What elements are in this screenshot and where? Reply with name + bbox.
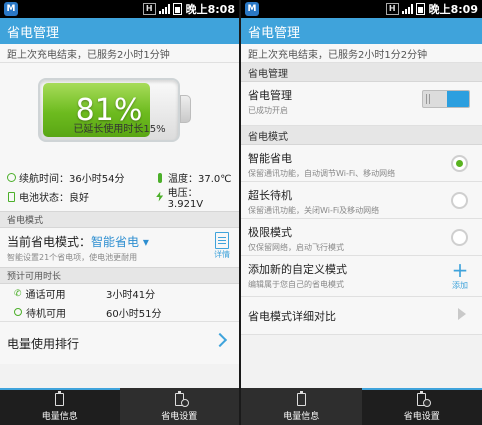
call-time-label: 通话可用	[25, 290, 66, 301]
mode-long-standby-desc: 保留通讯功能，关闭Wi-Fi及移动网络	[248, 206, 380, 215]
extended-usage-text: 已延长使用时长15%	[73, 124, 166, 135]
battery-settings-tab-icon	[174, 391, 189, 407]
toggle-on-indicator	[447, 91, 469, 107]
phone-icon: ✆	[14, 288, 22, 299]
battery-visual: 81%	[0, 63, 239, 164]
battery-tab-icon	[55, 391, 65, 406]
app-logo-icon: M	[245, 2, 259, 16]
mode-smart-desc: 保留通讯功能，自动调节Wi-Fi、移动网络	[248, 169, 396, 178]
mode-long-standby-radio[interactable]	[451, 192, 468, 209]
chevron-down-icon[interactable]: ▾	[139, 235, 149, 249]
since-charge-text: 距上次充电结束，已服务2小时1分钟	[0, 44, 239, 63]
call-time-value: 3小时41分	[106, 290, 156, 301]
mode-smart-radio[interactable]	[451, 155, 468, 172]
network-type-icon: H	[142, 3, 156, 15]
runtime-stat: 续航时间：36小时54分	[19, 174, 125, 185]
current-mode-row[interactable]: 当前省电模式：智能省电 ▾ 智能设置21个省电项，使电池更耐用 详情	[0, 228, 239, 267]
standby-time-label: 待机可用	[26, 308, 66, 320]
status-time: 晚上8:08	[185, 3, 235, 16]
battery-tip	[180, 95, 191, 123]
battery-status-icon	[7, 191, 15, 202]
tab-active-indicator	[361, 388, 482, 390]
bottom-tab-bar: 电量信息 省电设置	[0, 388, 239, 425]
standby-time-value: 60小时51分	[106, 308, 162, 320]
mode-item-smart[interactable]: 智能省电 保留通讯功能，自动调节Wi-Fi、移动网络	[241, 145, 482, 182]
tab-power-settings-label: 省电设置	[403, 412, 440, 422]
status-bar: M H 晚上8:09	[241, 0, 482, 18]
play-arrow-icon	[458, 308, 466, 320]
mode-extreme-title: 极限模式	[248, 226, 292, 239]
mode-long-standby-title: 超长待机	[248, 189, 292, 202]
mode-smart-title: 智能省电	[248, 152, 292, 165]
battery-status-stat: 电池状态：良好	[19, 193, 89, 204]
current-mode-label: 当前省电模式：	[7, 235, 92, 249]
network-type-icon: H	[385, 3, 399, 15]
tab-battery-info[interactable]: 电量信息	[0, 388, 120, 425]
chevron-right-icon	[212, 332, 228, 348]
mode-extreme-radio[interactable]	[451, 229, 468, 246]
usage-ranking-row[interactable]: 电量使用排行	[0, 321, 239, 364]
tab-active-indicator	[0, 388, 120, 390]
tab-power-settings[interactable]: 省电设置	[361, 388, 482, 425]
mode-compare-label: 省电模式详细对比	[248, 310, 336, 323]
current-mode-value[interactable]: 智能省电	[91, 235, 139, 249]
power-mgmt-toggle[interactable]	[422, 90, 470, 108]
tab-power-settings-label: 省电设置	[161, 412, 198, 422]
add-custom-mode-row[interactable]: 添加新的自定义模式 编辑属于您自己的省电模式 + 添加	[241, 256, 482, 297]
standby-icon	[14, 308, 22, 316]
details-label: 详情	[214, 250, 230, 259]
add-button[interactable]: + 添加	[447, 260, 473, 291]
clock-icon	[6, 173, 16, 182]
mode-item-extreme[interactable]: 极限模式 仅保留网络，启动飞行模式	[241, 219, 482, 256]
estimate-section-header: 预计可用时长	[0, 267, 239, 284]
thermometer-icon	[158, 172, 162, 183]
signal-icon	[158, 4, 170, 14]
tab-battery-info-label: 电量信息	[41, 412, 78, 422]
status-battery-icon	[415, 3, 425, 15]
status-battery-icon	[172, 3, 182, 15]
voltage-stat: 电压：3.921V	[167, 187, 204, 210]
status-time: 晚上8:09	[428, 3, 478, 16]
details-button[interactable]: 详情	[212, 232, 232, 260]
power-mgmt-section-header: 省电管理	[241, 63, 482, 82]
power-mgmt-row[interactable]: 省电管理 已成功开启	[241, 82, 482, 126]
current-mode-desc: 智能设置21个省电项，使电池更耐用	[7, 253, 138, 262]
document-icon	[215, 232, 229, 249]
bottom-tab-bar: 电量信息 省电设置	[241, 388, 482, 425]
mode-section-header: 省电模式	[0, 211, 239, 228]
battery-settings-tab-icon	[417, 391, 432, 407]
status-bar: M H 晚上8:08	[0, 0, 239, 18]
power-settings-screen: M H 晚上8:09 省电管理 距上次充电结束，已服务2小时1分2分钟 省电管理…	[241, 0, 482, 425]
battery-tab-icon	[296, 391, 306, 406]
battery-info-screen: M H 晚上8:08 省电管理 距上次充电结束，已服务2小时1分钟 81% 已延…	[0, 0, 239, 425]
add-custom-mode-title: 添加新的自定义模式	[248, 263, 347, 276]
toggle-grip-icon	[426, 94, 430, 104]
tab-battery-info-label: 电量信息	[283, 412, 320, 422]
call-time-row: ✆ 通话可用 3小时41分	[0, 284, 239, 303]
standby-time-row: 待机可用 60小时51分	[0, 303, 239, 321]
since-charge-text: 距上次充电结束，已服务2小时1分2分钟	[241, 44, 482, 63]
plus-icon: +	[451, 258, 469, 282]
add-custom-mode-desc: 编辑属于您自己的省电模式	[248, 280, 344, 289]
app-logo-icon: M	[4, 2, 18, 16]
mode-compare-row[interactable]: 省电模式详细对比	[241, 297, 482, 335]
signal-icon	[401, 4, 413, 14]
add-label: 添加	[452, 281, 468, 290]
battery-stats: 续航时间：36小时54分 温度：37.0℃ 电池状态：良好 电压：3.921V	[0, 164, 239, 211]
page-title: 省电管理	[241, 18, 482, 44]
usage-ranking-label: 电量使用排行	[7, 336, 80, 351]
mode-extreme-desc: 仅保留网络，启动飞行模式	[248, 243, 344, 252]
page-title: 省电管理	[0, 18, 239, 44]
mode-section-header: 省电模式	[241, 126, 482, 145]
voltage-icon	[156, 191, 164, 202]
mode-item-long-standby[interactable]: 超长待机 保留通讯功能，关闭Wi-Fi及移动网络	[241, 182, 482, 219]
tab-battery-info[interactable]: 电量信息	[241, 388, 362, 425]
tab-power-settings[interactable]: 省电设置	[120, 388, 240, 425]
